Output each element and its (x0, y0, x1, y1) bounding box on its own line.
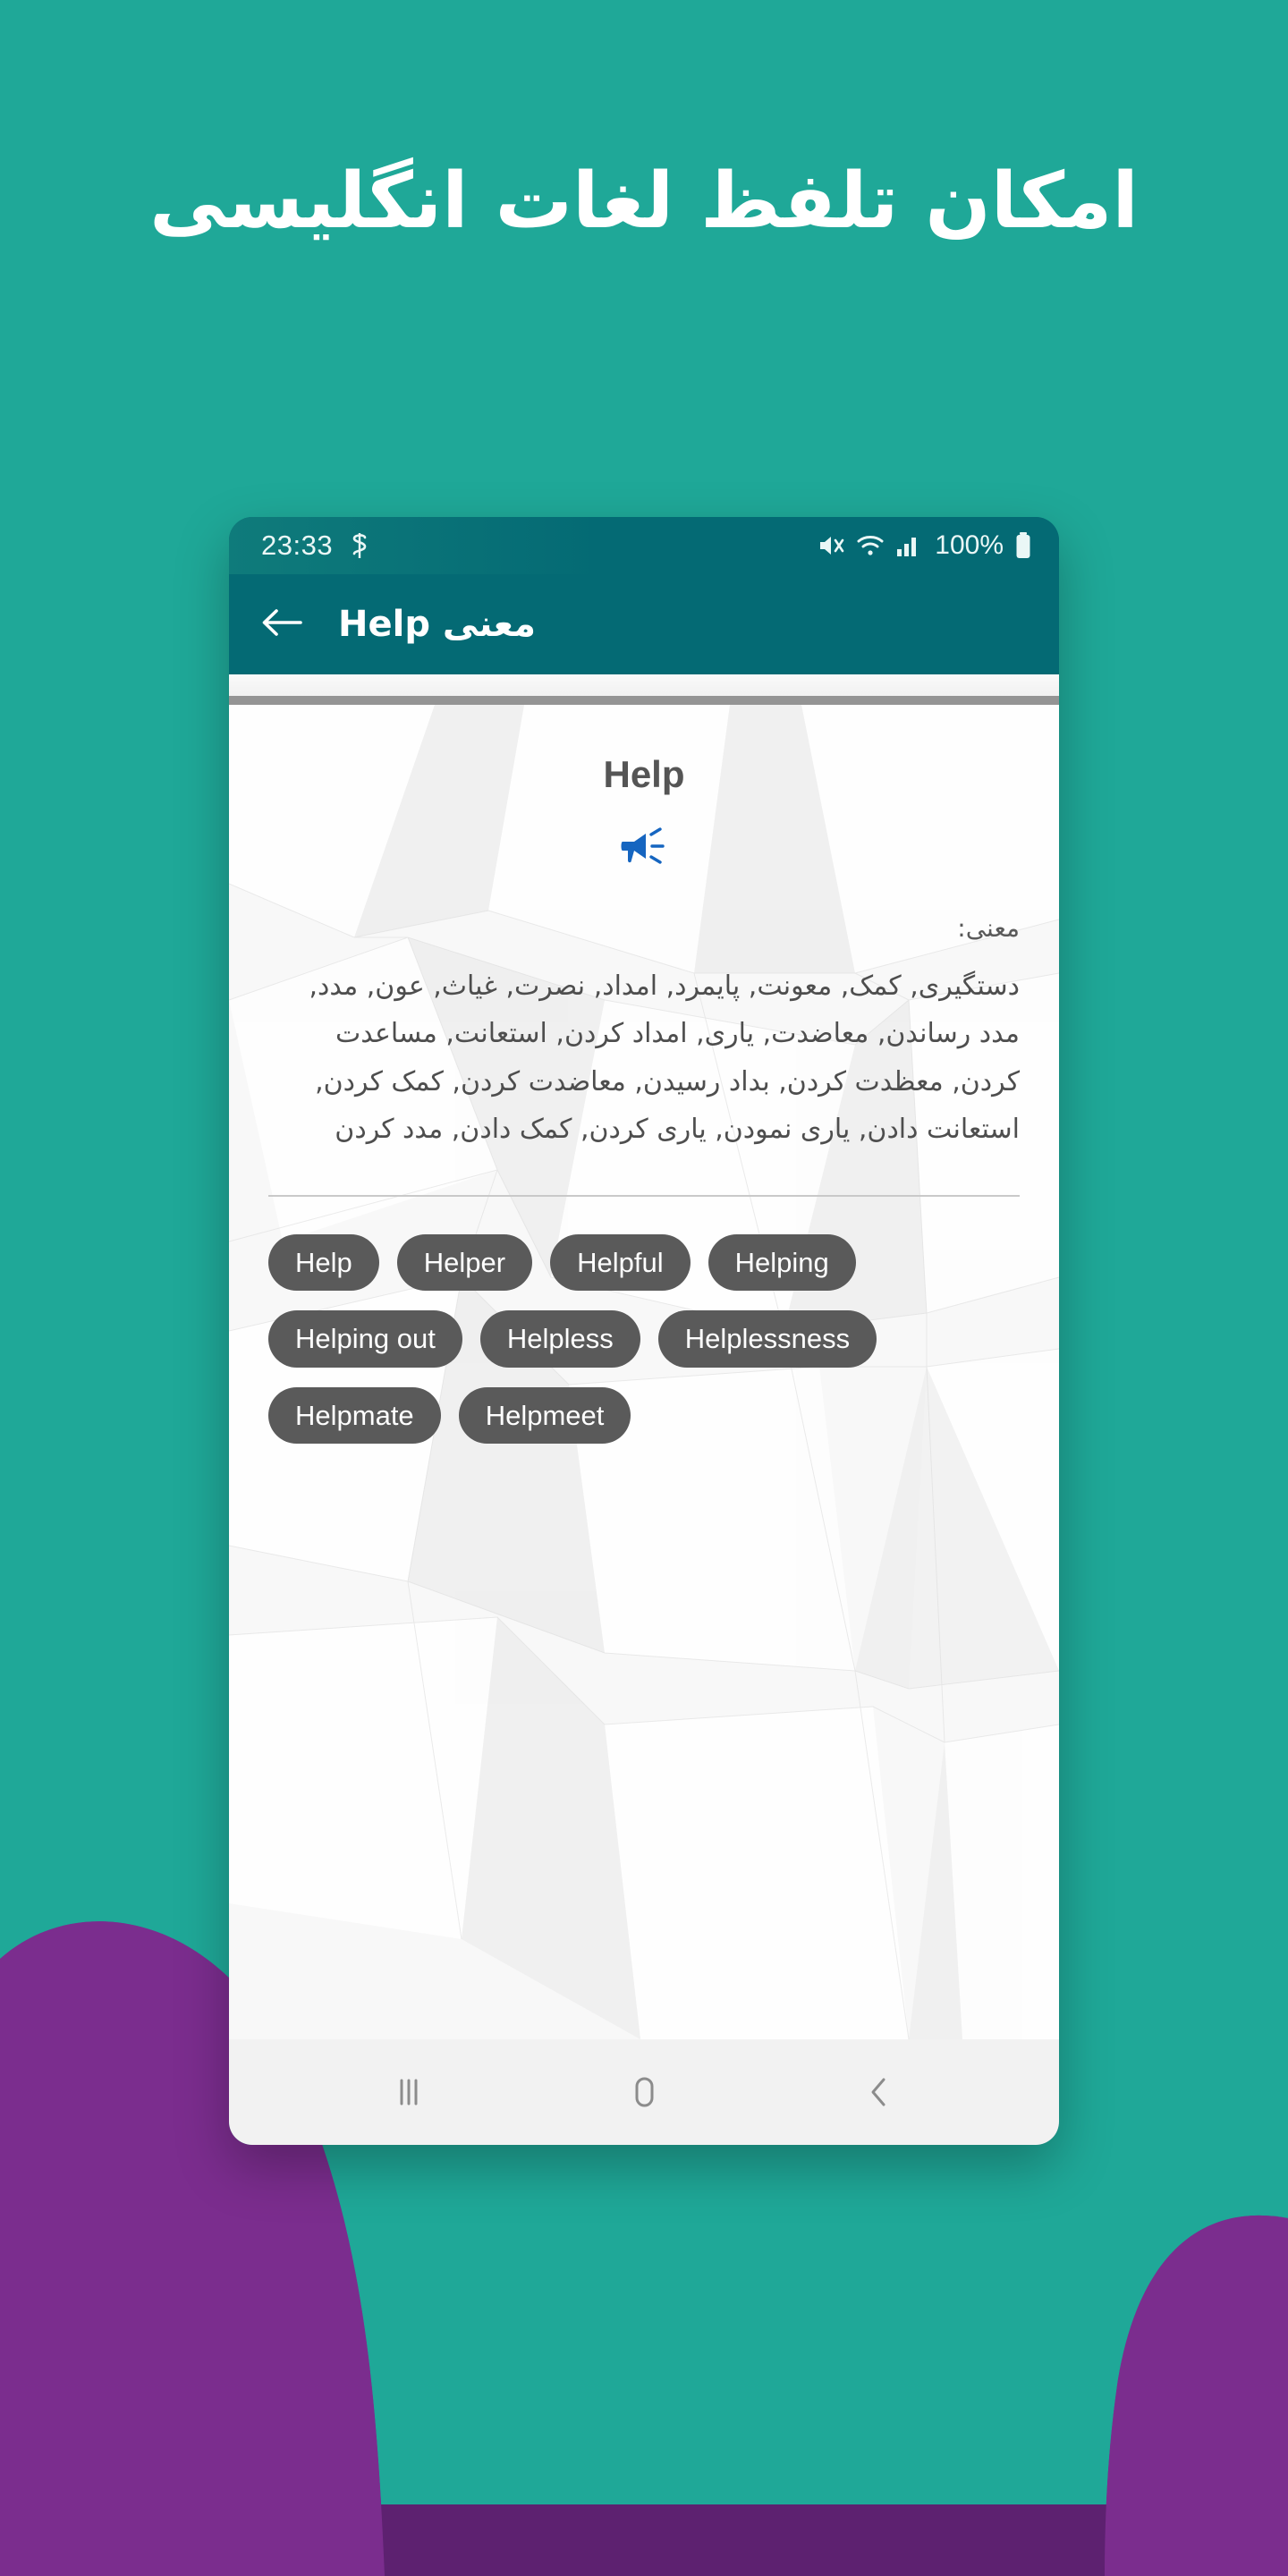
status-time: 23:33 (261, 530, 334, 561)
battery-percent: 100% (935, 530, 1004, 560)
nav-back-icon[interactable] (826, 2056, 933, 2128)
back-arrow-icon[interactable] (261, 606, 302, 644)
word-title: Help (603, 753, 685, 795)
status-bar-right: 100% (817, 530, 1032, 561)
app-glyph-icon (347, 531, 372, 560)
related-words-list: Help Helper Helpful Helping Helping out … (268, 1233, 1020, 1445)
home-icon[interactable] (590, 2056, 698, 2128)
mute-icon (817, 532, 845, 559)
status-bar: 23:33 100% (229, 517, 1059, 574)
phone-mockup: 23:33 100% معنی Help Help معنی: دستگیری,… (229, 517, 1059, 2145)
meaning-text: دستگیری, کمک, معونت, پایمرد, امداد, نصرت… (309, 970, 1020, 1146)
list-item[interactable]: Helpful (550, 1233, 691, 1292)
section-separator-bar (229, 696, 1059, 705)
word-detail-screen: Help معنی: دستگیری, کمک, معونت, پایمرد, … (229, 705, 1059, 2039)
list-item[interactable]: Help (268, 1233, 379, 1292)
list-item[interactable]: Helpless (479, 1310, 640, 1368)
list-item[interactable]: Helping out (268, 1310, 462, 1368)
meaning-label: معنی: (957, 913, 1020, 943)
android-nav-bar (229, 2039, 1059, 2145)
megaphone-icon[interactable] (619, 826, 669, 870)
signal-icon (895, 533, 920, 558)
status-bar-left: 23:33 (261, 530, 372, 562)
recents-icon[interactable] (355, 2056, 462, 2128)
list-item[interactable]: Helpmeet (458, 1386, 631, 1445)
promo-headline: امکان تلفظ لغات انگلیسی (149, 157, 1139, 246)
pronounce-row (268, 826, 1020, 870)
section-divider (268, 1194, 1020, 1197)
battery-icon (1014, 531, 1032, 560)
app-bar: معنی Help (229, 574, 1059, 674)
app-bar-shadow-strip (229, 674, 1059, 696)
list-item[interactable]: Helplessness (657, 1310, 877, 1368)
app-bar-title: معنی Help (338, 604, 537, 645)
list-item[interactable]: Helpmate (268, 1386, 441, 1445)
word-detail-body: Help معنی: دستگیری, کمک, معونت, پایمرد, … (229, 705, 1059, 1445)
wifi-icon (856, 533, 885, 558)
list-item[interactable]: Helping (708, 1233, 856, 1292)
list-item[interactable]: Helper (396, 1233, 533, 1292)
